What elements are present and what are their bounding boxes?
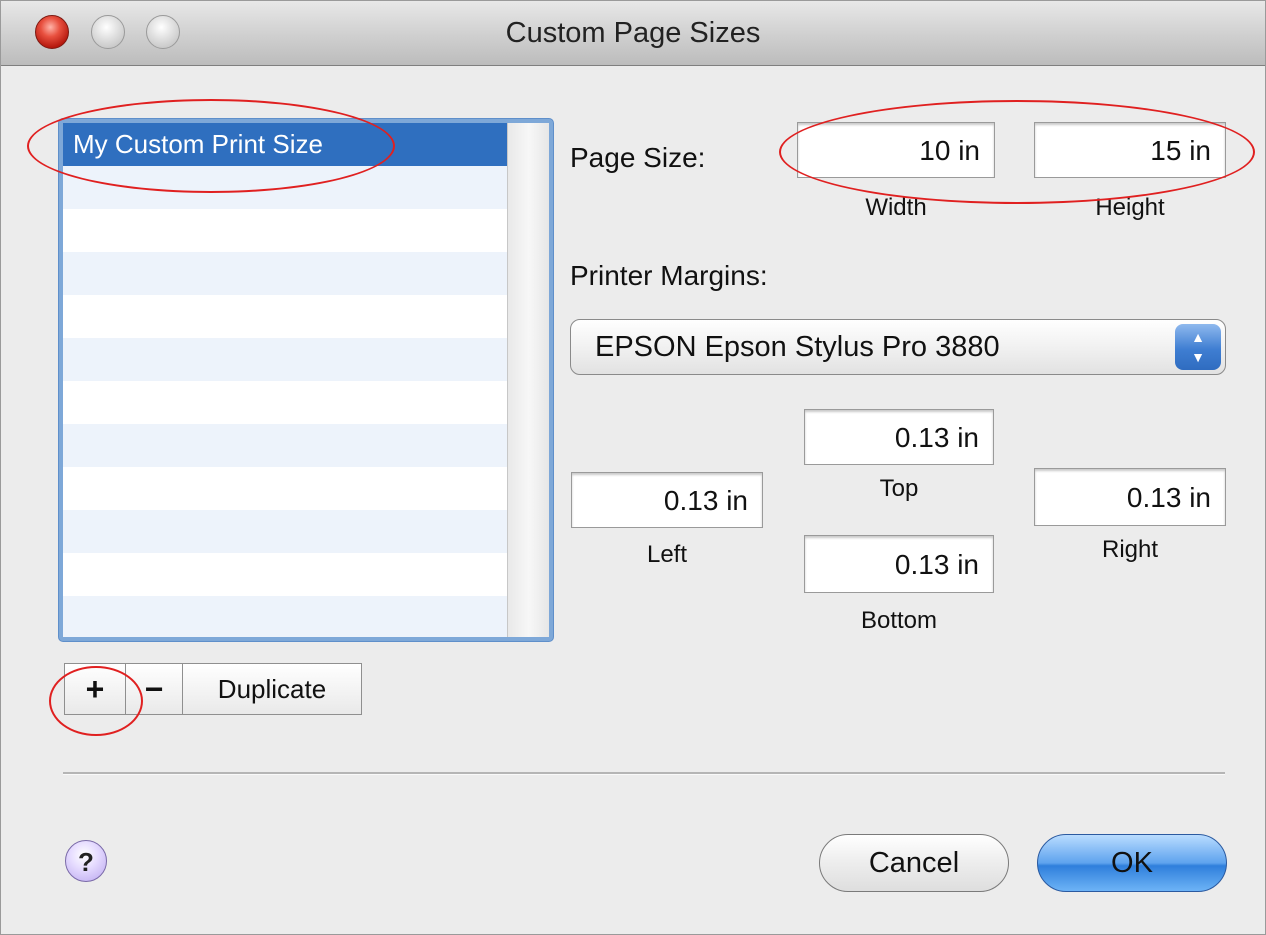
list-row-empty[interactable] xyxy=(63,553,507,596)
list-scrollbar[interactable] xyxy=(507,123,549,637)
list-row-empty[interactable] xyxy=(63,424,507,467)
list-row-empty[interactable] xyxy=(63,295,507,338)
divider xyxy=(63,772,1225,775)
right-margin-field[interactable]: 0.13 in xyxy=(1034,468,1226,526)
duplicate-button[interactable]: Duplicate xyxy=(182,663,362,715)
list-row-empty[interactable] xyxy=(63,252,507,295)
page-size-label: Page Size: xyxy=(570,142,706,173)
printer-popup-value: EPSON Epson Stylus Pro 3880 xyxy=(595,331,1000,363)
title-bar[interactable]: Custom Page Sizes xyxy=(1,1,1265,66)
list-row-empty[interactable] xyxy=(63,338,507,381)
page-size-list[interactable]: My Custom Print Size xyxy=(59,119,553,641)
annotation-ellipse xyxy=(779,100,1255,204)
bottom-caption: Bottom xyxy=(860,607,938,634)
bottom-margin-field[interactable]: 0.13 in xyxy=(804,535,994,593)
window-title: Custom Page Sizes xyxy=(505,17,761,49)
up-down-arrows-icon: ▲ ▼ xyxy=(1175,324,1221,370)
list-row-empty[interactable] xyxy=(63,381,507,424)
printer-margins-label: Printer Margins: xyxy=(570,260,768,291)
list-row-empty[interactable] xyxy=(63,596,507,637)
annotation-ellipse xyxy=(49,666,143,736)
annotation-ellipse xyxy=(27,99,395,193)
list-row-empty[interactable] xyxy=(63,510,507,553)
cancel-button[interactable]: Cancel xyxy=(819,834,1009,892)
help-button[interactable]: ? xyxy=(65,840,107,882)
top-margin-field[interactable]: 0.13 in xyxy=(804,409,994,465)
right-caption: Right xyxy=(1101,536,1159,563)
list-row-empty[interactable] xyxy=(63,209,507,252)
top-caption: Top xyxy=(879,475,919,502)
left-caption: Left xyxy=(646,541,688,568)
list-row-empty[interactable] xyxy=(63,467,507,510)
custom-page-sizes-dialog: Custom Page Sizes My Custom Print Size +… xyxy=(0,0,1266,935)
printer-popup[interactable]: EPSON Epson Stylus Pro 3880 ▲ ▼ xyxy=(570,319,1226,375)
ok-button[interactable]: OK xyxy=(1037,834,1227,892)
left-margin-field[interactable]: 0.13 in xyxy=(571,472,763,528)
